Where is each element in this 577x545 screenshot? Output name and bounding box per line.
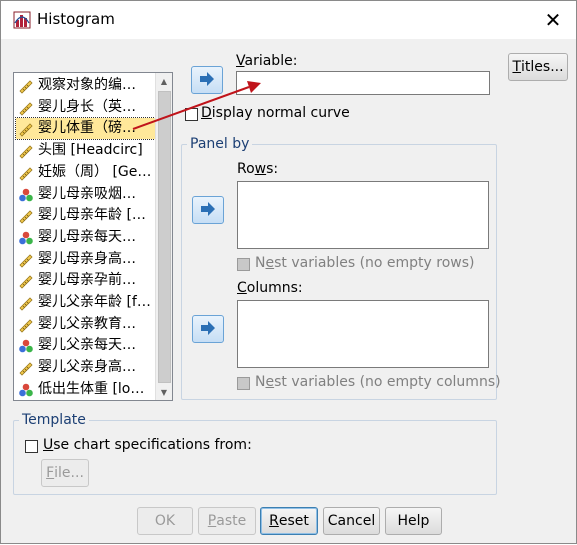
variable-list-item[interactable]: 婴儿母亲年龄 [… (16, 205, 156, 226)
help-button[interactable]: Help (385, 507, 442, 535)
move-to-variable-button[interactable] (191, 66, 223, 94)
right-arrow-icon (201, 202, 215, 216)
ruler-icon (18, 78, 34, 94)
ruler-icon (18, 100, 34, 116)
ruler-icon (18, 317, 34, 333)
panel-by-title: Panel by (187, 136, 253, 152)
variable-label-text: 婴儿体重（磅… (38, 120, 136, 137)
variable-label-text: 婴儿父亲年龄 [f… (38, 294, 151, 310)
variable-list-item[interactable]: 婴儿体重（磅… (15, 117, 156, 141)
nest-rows-checkbox[interactable] (237, 258, 250, 271)
reset-button[interactable]: Reset (260, 507, 318, 535)
move-to-rows-button[interactable] (192, 196, 224, 224)
variable-label-text: 观察对象的编… (38, 77, 136, 93)
variable-label-text: 低出生体重 [lo… (38, 380, 145, 397)
variable-list-item[interactable]: 婴儿母亲孕前… (16, 270, 156, 291)
variable-label-text: 婴儿父亲教育… (38, 315, 136, 332)
variable-list-item[interactable]: 婴儿父亲每天… (16, 335, 156, 356)
normal-curve-label: Display normal curve (201, 105, 350, 121)
variable-list-item[interactable]: 婴儿父亲教育… (16, 314, 156, 335)
variable-list-item[interactable]: 婴儿父亲身高… (16, 357, 156, 378)
normal-curve-checkbox[interactable] (185, 108, 198, 121)
rows-list[interactable] (237, 181, 489, 249)
variable-list-item[interactable]: 观察对象的编… (16, 75, 156, 96)
right-arrow-icon (201, 321, 215, 335)
variable-list-item[interactable]: 头围 [Headcirc] (16, 140, 156, 161)
nest-columns-label: Nest variables (no empty columns) (255, 374, 501, 390)
close-icon: ✕ (544, 8, 562, 32)
columns-list[interactable] (237, 300, 489, 368)
variable-field[interactable] (236, 71, 490, 95)
variable-label: Variable: (236, 53, 298, 69)
histogram-app-icon (13, 11, 31, 29)
scroll-down-button[interactable]: ▼ (156, 384, 172, 400)
ruler-icon (18, 252, 34, 268)
use-chart-spec-checkbox[interactable] (25, 440, 38, 453)
use-chart-spec-label: Use chart specifications from: (43, 437, 252, 453)
titles-button[interactable]: Titles... (508, 53, 568, 81)
template-title: Template (19, 412, 89, 428)
variable-label-text: 婴儿母亲年龄 [… (38, 207, 146, 224)
title-bar: Histogram ✕ (1, 1, 576, 39)
variable-list-item[interactable]: 婴儿父亲年龄 [f… (16, 292, 156, 313)
variable-list-item[interactable]: 妊娠（周） [Ge… (16, 162, 156, 183)
variable-label-text: 妊娠（周） [Ge… (38, 163, 152, 180)
ok-button[interactable]: OK (137, 507, 193, 535)
nest-columns-checkbox[interactable] (237, 377, 250, 390)
move-to-columns-button[interactable] (192, 315, 224, 343)
variable-list-item[interactable]: 婴儿母亲身高… (16, 249, 156, 270)
scroll-thumb[interactable] (158, 91, 171, 383)
variable-list-item[interactable]: 婴儿母亲每天… (16, 227, 156, 248)
scroll-up-button[interactable]: ▲ (156, 73, 172, 89)
source-variable-list[interactable]: 观察对象的编… 婴儿身长（英… 婴儿体重（磅… 头围 [Headcirc] 妊娠（周） … (13, 72, 173, 401)
paste-button[interactable]: Paste (198, 507, 256, 535)
variable-list-item[interactable]: 婴儿身长（英… (16, 97, 156, 118)
ruler-icon (18, 295, 34, 311)
ruler-icon (18, 208, 34, 224)
nest-rows-label: Nest variables (no empty rows) (255, 255, 475, 271)
ruler-icon (18, 165, 34, 181)
file-button[interactable]: File... (41, 459, 89, 487)
nominal-icon (18, 187, 34, 203)
ruler-icon (18, 143, 34, 159)
nominal-icon (18, 382, 34, 398)
cancel-button[interactable]: Cancel (323, 507, 380, 535)
ruler-icon (18, 273, 34, 289)
variable-list-item[interactable]: 婴儿母亲吸烟… (16, 184, 156, 205)
variable-label-text: 婴儿身长（英… (38, 98, 136, 115)
variable-label-text: 婴儿母亲每天… (38, 228, 136, 245)
nominal-icon (18, 230, 34, 246)
variable-label-text: 头围 [Headcirc] (38, 142, 143, 159)
dialog-title: Histogram (37, 10, 115, 28)
variable-label-text: 婴儿母亲吸烟… (38, 185, 136, 202)
ruler-icon (18, 360, 34, 376)
rows-label: Rows: (237, 161, 279, 177)
nominal-icon (18, 338, 34, 354)
variable-list-item[interactable]: 低出生体重 [lo… (16, 379, 156, 400)
right-arrow-icon (200, 72, 214, 86)
variable-label-text: 婴儿父亲身高… (38, 359, 136, 376)
histogram-dialog: Histogram ✕ 观察对象的编… 婴儿身长（英… 婴儿体重（磅… 头围 [Hea… (0, 0, 577, 544)
variable-label-text: 婴儿母亲身高… (38, 250, 136, 267)
variable-label-text: 婴儿父亲每天… (38, 337, 136, 354)
variable-label-text: 婴儿母亲孕前… (38, 272, 136, 289)
close-button[interactable]: ✕ (530, 1, 576, 39)
columns-label: Columns: (237, 280, 303, 296)
ruler-icon (18, 121, 34, 137)
variable-list-scrollbar[interactable]: ▲ ▼ (155, 73, 172, 400)
